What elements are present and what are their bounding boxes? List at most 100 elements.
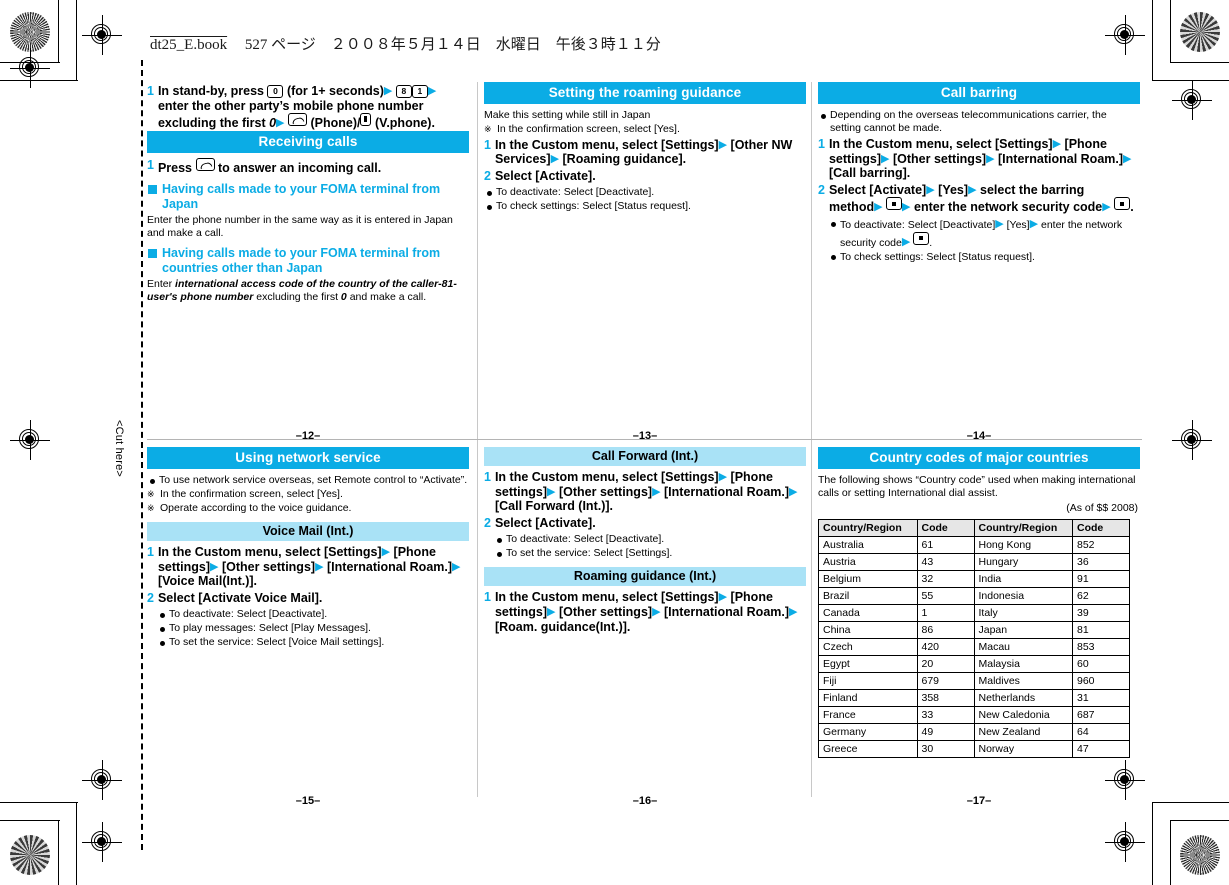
network-note-1: In the confirmation screen, select [Yes]… bbox=[147, 488, 469, 501]
bullet-item: To deactivate: Select [Deactivate]. bbox=[484, 186, 806, 199]
cell-code: 20 bbox=[916, 655, 975, 673]
step-text-part: Press bbox=[157, 160, 193, 175]
step-text-part: [Other settings] bbox=[222, 559, 316, 574]
cell-country: New Caledonia bbox=[973, 706, 1073, 724]
cell-country: Canada bbox=[818, 604, 918, 622]
step-text: In the Custom menu, select [Settings]▶ [… bbox=[495, 590, 806, 634]
cell-country: Norway bbox=[973, 740, 1073, 758]
cell-code: 49 bbox=[916, 723, 975, 741]
phone-key-icon bbox=[195, 157, 215, 171]
page-panel-15: Using network service To use network ser… bbox=[147, 447, 469, 807]
step-text-part: Select [Activate] bbox=[828, 182, 927, 197]
cell-code: 91 bbox=[1072, 570, 1130, 588]
step-text: In the Custom menu, select [Settings]▶ [… bbox=[495, 470, 806, 514]
arrow-icon: ▶ bbox=[315, 560, 324, 573]
step-text: Select [Activate]. bbox=[494, 168, 596, 183]
col-header-country-1: Country/Region bbox=[818, 519, 918, 537]
arrow-icon: ▶ bbox=[789, 605, 798, 618]
cell-code: 31 bbox=[1072, 689, 1130, 707]
bullet-item: To play messages: Select [Play Messages]… bbox=[147, 622, 469, 635]
table-row: Australia 61 Hong Kong 852 bbox=[818, 536, 1130, 554]
registration-mark-bottom-right-inner bbox=[1105, 822, 1145, 862]
cell-code: 679 bbox=[916, 672, 975, 690]
key-1-icon: 1 bbox=[411, 85, 428, 98]
body-part: and make a call. bbox=[349, 290, 427, 303]
step-text-part: [Other settings] bbox=[559, 604, 653, 619]
arrow-icon: ▶ bbox=[427, 85, 437, 97]
print-burst-mark-bottomleft bbox=[10, 835, 50, 875]
step-text-part: In the Custom menu, select [Settings] bbox=[494, 470, 719, 484]
step-zero-emphasis: 0 bbox=[269, 116, 277, 131]
trim-line-bottomleft-inner bbox=[76, 802, 77, 885]
body-part: Enter bbox=[147, 278, 173, 291]
registration-mark-top-right bbox=[1105, 15, 1145, 55]
arrow-icon: ▶ bbox=[926, 183, 935, 196]
arrow-icon: ▶ bbox=[901, 235, 911, 248]
step-item: 1 In the Custom menu, select [Settings]▶… bbox=[484, 470, 806, 514]
step-item: 1 In the Custom menu, select [Settings]▶… bbox=[147, 545, 469, 589]
bullet-text-part: [Yes] bbox=[1006, 218, 1030, 231]
step-text-part: [Roam. guidance(Int.)]. bbox=[494, 619, 631, 634]
arrow-icon: ▶ bbox=[1052, 138, 1062, 150]
step-text-part: In stand-by, press bbox=[157, 84, 264, 98]
trim-line-top-outer bbox=[58, 0, 59, 62]
step-item: 2 Select [Activate]▶ [Yes]▶ select the b… bbox=[818, 183, 1140, 215]
table-row: Canada 1 Italy 39 bbox=[818, 604, 1130, 622]
step-item: 1 In the Custom menu, select [Settings]▶… bbox=[818, 137, 1140, 181]
section-header-receiving-calls: Receiving calls bbox=[147, 130, 469, 153]
bullet-item: To deactivate: Select [Deactivate]. bbox=[484, 533, 806, 546]
registration-mark-bottom-left-inner bbox=[82, 822, 122, 862]
cell-country: Japan bbox=[973, 621, 1073, 639]
cell-code: 81 bbox=[1072, 621, 1130, 639]
registration-mark-mid-right bbox=[1172, 80, 1212, 120]
arrow-icon: ▶ bbox=[789, 485, 798, 498]
col-header-country-2: Country/Region bbox=[973, 519, 1073, 537]
page-panel-12: 1 In stand-by, press 0 (for 1+ seconds)▶… bbox=[147, 82, 469, 442]
key-8-icon: 8 bbox=[395, 85, 412, 98]
step-text-part: [International Roam.] bbox=[327, 559, 453, 574]
registration-mark-left-center bbox=[10, 420, 50, 460]
cell-country: India bbox=[973, 570, 1073, 588]
step-number: 1 bbox=[147, 84, 154, 98]
table-row: Austria 43 Hungary 36 bbox=[818, 553, 1130, 571]
cell-code: 853 bbox=[1072, 638, 1130, 656]
cell-code: 420 bbox=[916, 638, 975, 656]
step-number: 1 bbox=[484, 470, 491, 484]
registration-mark-top-left bbox=[82, 15, 122, 55]
bullet-item: To check settings: Select [Status reques… bbox=[484, 200, 806, 213]
page-number-13: –13– bbox=[632, 430, 658, 442]
step-text: Select [Activate]▶ [Yes]▶ select the bar… bbox=[829, 183, 1140, 215]
roaming-note: In the confirmation screen, select [Yes]… bbox=[484, 123, 806, 136]
step-text-part: (for 1+ seconds) bbox=[286, 84, 384, 98]
page-number-15: –15– bbox=[295, 795, 321, 807]
step-item: 1 Press to answer an incoming call. bbox=[147, 157, 469, 176]
cut-line: <Cut here> bbox=[113, 60, 143, 850]
arrow-icon: ▶ bbox=[874, 201, 883, 214]
arrow-icon: ▶ bbox=[995, 217, 1004, 230]
trim-line-bottomleft-h-outer bbox=[0, 820, 60, 821]
subsection-body-other-countries: Enter international access code of the c… bbox=[147, 278, 469, 303]
cell-country: Macau bbox=[973, 638, 1073, 656]
cell-code: 47 bbox=[1072, 740, 1130, 758]
table-row: Germany 49 New Zealand 64 bbox=[818, 723, 1130, 741]
cell-country: Belgium bbox=[818, 570, 918, 588]
trim-line-top-h-inner bbox=[0, 80, 78, 81]
arrow-icon: ▶ bbox=[381, 546, 391, 558]
roaming-lead-text: Make this setting while still in Japan bbox=[484, 109, 651, 121]
cell-country: France bbox=[818, 706, 918, 724]
step-text-part: [Yes] bbox=[938, 182, 969, 197]
cell-code: 852 bbox=[1072, 536, 1130, 554]
step-item: 2 Select [Activate Voice Mail]. bbox=[147, 591, 469, 606]
select-key-icon bbox=[1114, 197, 1131, 211]
arrow-icon: ▶ bbox=[383, 85, 393, 97]
arrow-icon: ▶ bbox=[210, 560, 219, 573]
arrow-icon: ▶ bbox=[718, 471, 728, 483]
section-header-call-barring: Call barring bbox=[818, 82, 1140, 104]
table-row: Czech 420 Macau 853 bbox=[818, 638, 1130, 656]
arrow-icon: ▶ bbox=[1102, 201, 1111, 214]
step-number: 2 bbox=[484, 515, 491, 530]
cell-code: 36 bbox=[1072, 553, 1130, 571]
print-burst-mark-topleft bbox=[10, 12, 50, 52]
cell-code: 64 bbox=[1072, 723, 1130, 741]
bullet-item: To deactivate: Select [Deactivate]▶ [Yes… bbox=[818, 218, 1140, 250]
